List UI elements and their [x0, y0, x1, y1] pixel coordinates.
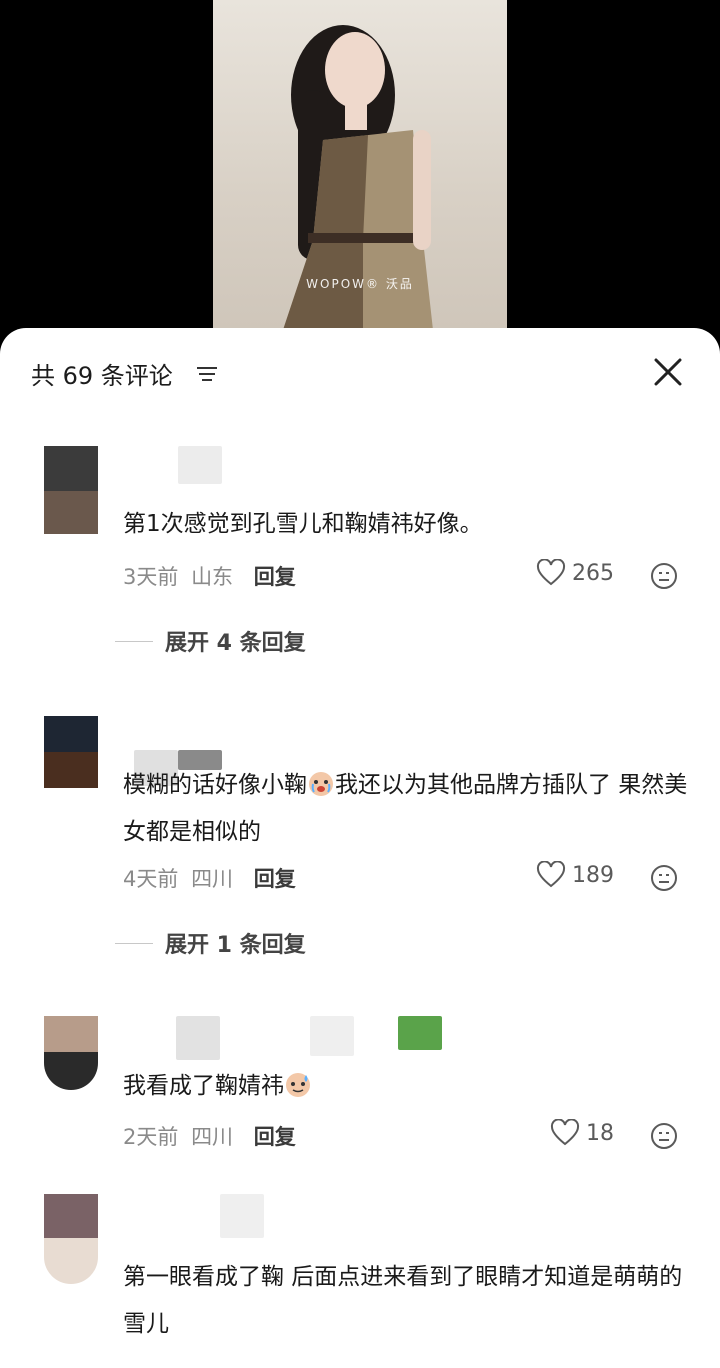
comment-time: 2天前: [123, 1125, 179, 1149]
comment-meta: 3天前 山东 回复: [123, 561, 296, 591]
comment-text: 第1次感觉到孔雪儿和鞠婧祎好像。: [123, 511, 483, 537]
avatar[interactable]: [44, 446, 98, 534]
comment-text-part: 我看成了鞠婧祎: [123, 1073, 284, 1099]
video-watermark: WOPOW® 沃品: [306, 277, 414, 291]
like-button[interactable]: 265: [536, 559, 614, 587]
heart-icon: [536, 861, 566, 888]
avatar[interactable]: [44, 1016, 98, 1090]
like-button[interactable]: 18: [550, 1119, 614, 1147]
comment-location: 山东: [191, 565, 234, 589]
comment-text: 第一眼看成了鞠 后面点进来看到了眼睛才知道是萌萌的雪儿: [123, 1264, 683, 1337]
video-area[interactable]: WOPOW® 沃品: [0, 0, 720, 340]
comment-meta: 4天前 四川 回复: [123, 863, 296, 893]
video-thumbnail[interactable]: WOPOW® 沃品: [213, 0, 507, 330]
emoji-reaction-icon[interactable]: [650, 562, 678, 590]
reply-button[interactable]: 回复: [254, 1125, 296, 1149]
reply-button[interactable]: 回复: [254, 867, 296, 891]
like-button[interactable]: 189: [536, 861, 614, 889]
comment-meta: 2天前 四川 回复: [123, 1121, 296, 1151]
comment-text-part: 模糊的话好像小鞠: [123, 772, 307, 798]
like-count: 18: [586, 1120, 614, 1146]
comment-time: 3天前: [123, 565, 179, 589]
avatar[interactable]: [44, 1194, 98, 1284]
avatar[interactable]: [44, 716, 98, 788]
comment-text: 我看成了鞠婧祎: [123, 1063, 693, 1110]
comment-time: 4天前: [123, 867, 179, 891]
comment-text: 模糊的话好像小鞠 我还以为其他品牌方插队了 果然美女都是相似的: [123, 762, 693, 856]
like-count: 189: [572, 862, 614, 888]
reply-button[interactable]: 回复: [254, 565, 296, 589]
sweat-emoji-icon: [286, 1073, 310, 1097]
close-icon[interactable]: [648, 352, 688, 392]
comment-location: 四川: [191, 1125, 234, 1149]
emoji-reaction-icon[interactable]: [650, 1122, 678, 1150]
comments-panel: 共 69 条评论 第1次感觉到孔雪儿和鞠婧祎好像。 3天前 山东 回复 265 …: [0, 328, 720, 1368]
comment-location: 四川: [191, 867, 234, 891]
crying-emoji-icon: [309, 772, 333, 796]
expand-replies-button[interactable]: 展开 1 条回复: [115, 927, 306, 959]
heart-icon: [536, 559, 566, 586]
comment-count-title: 共 69 条评论: [31, 362, 173, 390]
comment-item: 模糊的话好像小鞠 我还以为其他品牌方插队了 果然美女都是相似的: [0, 716, 720, 976]
comment-item: 第1次感觉到孔雪儿和鞠婧祎好像。 3天前 山东 回复 265 展开 4 条回复: [0, 446, 720, 666]
comments-header: 共 69 条评论: [0, 328, 720, 418]
expand-replies-label: 展开 4 条回复: [165, 631, 306, 656]
like-count: 265: [572, 560, 614, 586]
heart-icon: [550, 1119, 580, 1146]
expand-replies-label: 展开 1 条回复: [165, 933, 306, 958]
sort-filter-icon[interactable]: [195, 364, 219, 384]
expand-replies-button[interactable]: 展开 4 条回复: [115, 625, 306, 657]
emoji-reaction-icon[interactable]: [650, 864, 678, 892]
